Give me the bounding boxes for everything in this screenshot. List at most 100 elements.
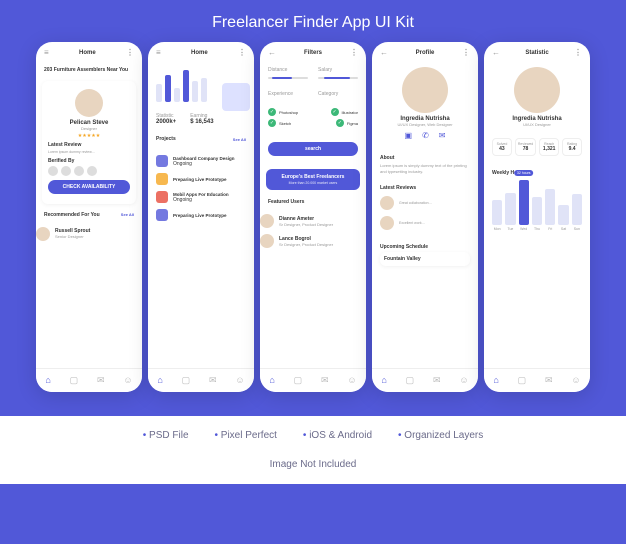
tab-home[interactable]: ⌂	[381, 375, 386, 386]
review-text: Lorem ipsum dummy review…	[48, 150, 130, 155]
review-text: Great collaboration…	[399, 201, 470, 205]
tab-search[interactable]: ▢	[70, 375, 79, 386]
distance-slider[interactable]	[268, 77, 308, 79]
message-icon[interactable]: ✉	[439, 131, 446, 140]
screen-header: ≡ Home ⋮	[36, 42, 142, 63]
see-all-link[interactable]: See All	[233, 137, 246, 142]
profile-avatar	[402, 67, 448, 113]
tab-user[interactable]: ☺	[347, 375, 356, 386]
tab-user[interactable]: ☺	[123, 375, 132, 386]
call-icon[interactable]: ✆	[422, 131, 429, 140]
tab-search[interactable]: ▢	[182, 375, 191, 386]
salary-slider[interactable]	[318, 77, 358, 79]
profile-role: UI/UX Designer, Web Designer	[380, 122, 470, 127]
profile-avatar	[514, 67, 560, 113]
feature-item: iOS & Android	[303, 430, 372, 441]
back-icon[interactable]: ←	[492, 48, 500, 57]
screen-title: Profile	[416, 50, 435, 56]
upcoming-label: Upcoming Schedule	[380, 244, 428, 250]
project-status: Ongoing	[173, 197, 229, 203]
tab-search[interactable]: ▢	[406, 375, 415, 386]
user-role: Sr Designer, Product Designer	[279, 222, 366, 227]
tab-user[interactable]: ☺	[571, 375, 580, 386]
project-item[interactable]: Preparing Live Prototype	[156, 206, 246, 224]
project-icon	[156, 173, 168, 185]
project-name: Preparing Live Prototype	[173, 213, 227, 218]
back-icon[interactable]: ←	[268, 48, 276, 57]
category-label: Category	[318, 91, 358, 97]
back-icon[interactable]: ←	[380, 48, 388, 57]
project-icon	[156, 191, 168, 203]
tab-home[interactable]: ⌂	[45, 375, 50, 386]
avatar	[75, 89, 103, 117]
tab-search[interactable]: ▢	[518, 375, 527, 386]
more-icon[interactable]: ⋮	[126, 48, 134, 57]
chart-tooltip: 32 hours	[514, 170, 534, 176]
tab-user[interactable]: ☺	[459, 375, 468, 386]
tab-bar: ⌂ ▢ ✉ ☺	[36, 368, 142, 392]
stat-reach: Reach1,321	[539, 138, 559, 156]
tab-chat[interactable]: ✉	[433, 375, 441, 386]
featured-user[interactable]: Lance BogrolSr Designer, Product Designe…	[260, 231, 366, 251]
latest-reviews-label: Latest Reviews	[380, 185, 416, 191]
disclaimer: Image Not Included	[0, 459, 626, 470]
project-name: Mobil Apps For Education	[173, 192, 229, 197]
more-icon[interactable]: ⋮	[462, 48, 470, 57]
tab-home[interactable]: ⌂	[493, 375, 498, 386]
feature-list: PSD File Pixel Perfect iOS & Android Org…	[0, 430, 626, 441]
more-icon[interactable]: ⋮	[350, 48, 358, 57]
search-button[interactable]: search	[268, 142, 358, 156]
project-icon	[156, 155, 168, 167]
avatar	[260, 214, 274, 228]
project-item[interactable]: Mobil Apps For EducationOngoing	[156, 188, 246, 206]
featured-label: Featured Users	[268, 199, 304, 205]
featured-user[interactable]: Dianne AmeterSr Designer, Product Design…	[260, 211, 366, 231]
user-role: Sr Designer, Product Designer	[279, 242, 366, 247]
project-item[interactable]: Preparing Live Prototype	[156, 170, 246, 188]
filter-checkbox[interactable]: Illustrator	[331, 108, 358, 116]
screen-title: Statistic	[525, 50, 548, 56]
recommended-user[interactable]: Russell SproutSenior Designer	[36, 224, 142, 244]
tab-search[interactable]: ▢	[294, 375, 303, 386]
freelancer-card[interactable]: Pelican Steve Designer ★★★★★ Latest Revi…	[42, 81, 136, 204]
more-icon[interactable]: ⋮	[238, 48, 246, 57]
project-item[interactable]: Dashboard Company DesignOngoing	[156, 152, 246, 170]
projects-label: Projects	[156, 136, 176, 142]
distance-label: Distance	[268, 67, 308, 73]
screen-title: Home	[79, 50, 96, 56]
tab-chat[interactable]: ✉	[209, 375, 217, 386]
feature-item: Pixel Perfect	[215, 430, 277, 441]
tab-chat[interactable]: ✉	[97, 375, 105, 386]
feature-item: Organized Layers	[398, 430, 483, 441]
tab-chat[interactable]: ✉	[545, 375, 553, 386]
avatar	[380, 196, 394, 210]
phone-row: ≡ Home ⋮ 203 Furniture Assemblers Near Y…	[0, 42, 626, 392]
menu-icon[interactable]: ≡	[44, 48, 49, 57]
menu-icon[interactable]: ≡	[156, 48, 161, 57]
avatar	[260, 234, 274, 248]
stat-rating: Rating9.4	[562, 138, 582, 156]
tab-chat[interactable]: ✉	[321, 375, 329, 386]
filter-checkbox[interactable]: Figma	[336, 119, 358, 127]
screen-statistic: ←Statistic⋮ Ingredia Nutrisha UI/UX Desi…	[484, 42, 590, 392]
schedule-item[interactable]: Fountain Valley	[380, 252, 470, 266]
more-icon[interactable]: ⋮	[574, 48, 582, 57]
screen-home-profile: ≡ Home ⋮ 203 Furniture Assemblers Near Y…	[36, 42, 142, 392]
project-status: Ongoing	[173, 161, 235, 167]
tab-user[interactable]: ☺	[235, 375, 244, 386]
review-item[interactable]: Excellent work…	[380, 213, 470, 233]
promo-banner[interactable]: Europe's Best Freelancers More than 20.0…	[266, 169, 360, 190]
see-all-link[interactable]: See All	[121, 212, 134, 217]
footer: PSD File Pixel Perfect iOS & Android Org…	[0, 416, 626, 484]
tab-home[interactable]: ⌂	[269, 375, 274, 386]
availability-button[interactable]: CHECK AVAILABILITY	[48, 180, 130, 194]
screen-title: Home	[191, 50, 208, 56]
screen-title: Filters	[304, 50, 322, 56]
banner-title: Europe's Best Freelancers	[271, 174, 355, 180]
near-you-tag: 203 Furniture Assemblers Near You	[36, 63, 142, 77]
filter-checkbox[interactable]: Sketch	[268, 119, 291, 127]
video-icon[interactable]: ▣	[405, 131, 413, 140]
tab-home[interactable]: ⌂	[157, 375, 162, 386]
review-item[interactable]: Great collaboration…	[380, 193, 470, 213]
filter-checkbox[interactable]: Photoshop	[268, 108, 298, 116]
